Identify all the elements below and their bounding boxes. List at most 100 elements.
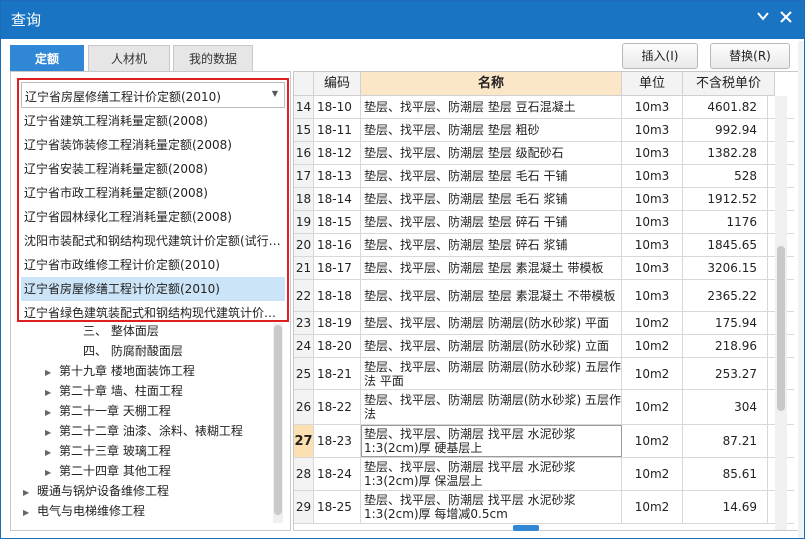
- tab-quota[interactable]: 定额: [10, 45, 84, 71]
- table-row[interactable]: 25 18-21 垫层、找平层、防潮层 防潮层(防水砂浆) 五层作法 平面 10m2 2…: [294, 358, 794, 390]
- cell-price: 2365.22: [683, 280, 768, 311]
- row-number: 14: [294, 96, 314, 118]
- expand-arrow-icon[interactable]: ▶: [45, 423, 59, 443]
- cell-code: 18-19: [314, 312, 361, 334]
- library-option[interactable]: 辽宁省园林绿化工程消耗量定额(2008): [21, 205, 285, 229]
- cell-name: 垫层、找平层、防潮层 防潮层(防水砂浆) 五层作法 平面: [361, 358, 622, 389]
- row-number: 22: [294, 280, 314, 311]
- collapse-handle[interactable]: [513, 525, 539, 531]
- cell-name: 垫层、找平层、防潮层 垫层 素混凝土 带模板: [361, 257, 622, 279]
- expand-arrow-icon[interactable]: ▶: [45, 363, 59, 383]
- tree-node[interactable]: ▶ 第二十三章 玻璃工程: [45, 441, 171, 461]
- cell-name: 垫层、找平层、防潮层 垫层 毛石 浆铺: [361, 188, 622, 210]
- cell-price: 1176: [683, 211, 768, 233]
- library-option[interactable]: 辽宁省绿色建筑装配式和钢结构现代建筑计价…: [21, 301, 285, 325]
- table-row[interactable]: 18 18-14 垫层、找平层、防潮层 垫层 毛石 浆铺 10m3 1912.52: [294, 188, 794, 211]
- table-row[interactable]: 17 18-13 垫层、找平层、防潮层 垫层 毛石 干铺 10m3 528: [294, 165, 794, 188]
- header-code[interactable]: 编码: [314, 72, 361, 96]
- tree-node-label: 暖通与锅炉设备维修工程: [37, 484, 170, 498]
- table-row[interactable]: 22 18-18 垫层、找平层、防潮层 垫层 素混凝土 不带模板 10m3 2365.2…: [294, 280, 794, 312]
- table-row[interactable]: 21 18-17 垫层、找平层、防潮层 垫层 素混凝土 带模板 10m3 3206.15: [294, 257, 794, 280]
- expand-arrow-icon[interactable]: ▶: [23, 503, 37, 523]
- table-row[interactable]: 24 18-20 垫层、找平层、防潮层 防潮层(防水砂浆) 立面 10m2 218.96: [294, 335, 794, 358]
- cell-price: 304: [683, 390, 768, 424]
- cell-name: 垫层、找平层、防潮层 垫层 粗砂: [361, 119, 622, 141]
- scrollbar-thumb[interactable]: [777, 246, 785, 411]
- tree-node-label: 三、 整体面层: [83, 324, 159, 338]
- cell-unit: 10m3: [622, 234, 683, 256]
- library-option[interactable]: 辽宁省装饰装修工程消耗量定额(2008): [21, 133, 285, 157]
- row-number: 16: [294, 142, 314, 164]
- cell-price: 1382.28: [683, 142, 768, 164]
- cell-price: 4601.82: [683, 96, 768, 118]
- table-row-current[interactable]: 27 18-23 垫层、找平层、防潮层 找平层 水泥砂浆 1:3(2cm)厚 硬基层…: [294, 425, 794, 458]
- tree-node[interactable]: ▶ 第二十一章 天棚工程: [45, 401, 171, 421]
- header-name[interactable]: 名称: [361, 72, 622, 96]
- table-row[interactable]: 29 18-25 垫层、找平层、防潮层 找平层 水泥砂浆 1:3(2cm)厚 每增减…: [294, 491, 794, 524]
- expand-arrow-icon[interactable]: ▶: [45, 403, 59, 423]
- library-option[interactable]: 辽宁省市政工程消耗量定额(2008): [21, 181, 285, 205]
- cell-unit: 10m2: [622, 491, 683, 523]
- cell-name: 垫层、找平层、防潮层 垫层 碎石 浆铺: [361, 234, 622, 256]
- cell-unit: 10m3: [622, 211, 683, 233]
- tab-materials[interactable]: 人材机: [88, 45, 170, 71]
- cell-name: 垫层、找平层、防潮层 垫层 碎石 干铺: [361, 211, 622, 233]
- tree-node[interactable]: ▶ 第二十四章 其他工程: [45, 461, 171, 481]
- library-select[interactable]: 辽宁省房屋修缮工程计价定额(2010) ▼: [21, 82, 285, 108]
- insert-button[interactable]: 插入(I): [622, 43, 698, 69]
- cell-unit: 10m2: [622, 312, 683, 334]
- cell-name: 垫层、找平层、防潮层 找平层 水泥砂浆 1:3(2cm)厚 每增减0.5cm: [361, 491, 622, 523]
- scrollbar-thumb[interactable]: [274, 325, 282, 515]
- table-row[interactable]: 19 18-15 垫层、找平层、防潮层 垫层 碎石 干铺 10m3 1176: [294, 211, 794, 234]
- tree-node[interactable]: ▶ 第十九章 楼地面装饰工程: [45, 361, 195, 381]
- library-option[interactable]: 辽宁省安装工程消耗量定额(2008): [21, 157, 285, 181]
- table-row[interactable]: 16 18-12 垫层、找平层、防潮层 垫层 级配砂石 10m3 1382.28: [294, 142, 794, 165]
- cell-code: 18-25: [314, 491, 361, 523]
- tree-scrollbar[interactable]: [273, 323, 283, 523]
- expand-arrow-icon[interactable]: ▶: [45, 383, 59, 403]
- row-number: 28: [294, 458, 314, 490]
- tree-node[interactable]: ▶ 第二十章 墙、柱面工程: [45, 381, 183, 401]
- table-row[interactable]: 20 18-16 垫层、找平层、防潮层 垫层 碎石 浆铺 10m3 1845.65: [294, 234, 794, 257]
- library-option[interactable]: 沈阳市装配式和钢结构现代建筑计价定额(试行…: [21, 229, 285, 253]
- library-dropdown-highlight: 辽宁省房屋修缮工程计价定额(2010) ▼ 辽宁省建筑工程消耗量定额(2008)…: [17, 78, 289, 322]
- cell-unit: 10m2: [622, 458, 683, 490]
- table-row[interactable]: 26 18-22 垫层、找平层、防潮层 防潮层(防水砂浆) 五层作法 10m2 304: [294, 390, 794, 425]
- table-row[interactable]: 14 18-10 垫层、找平层、防潮层 垫层 豆石混凝土 10m3 4601.82: [294, 96, 794, 119]
- tree-node-label: 第二十四章 其他工程: [59, 464, 171, 478]
- table-row[interactable]: 28 18-24 垫层、找平层、防潮层 找平层 水泥砂浆 1:3(2cm)厚 保温层…: [294, 458, 794, 491]
- tree-node-label: 第二十一章 天棚工程: [59, 404, 171, 418]
- header-unit[interactable]: 单位: [622, 72, 683, 96]
- tab-my-data[interactable]: 我的数据: [173, 45, 253, 71]
- cell-code: 18-15: [314, 211, 361, 233]
- expand-arrow-icon[interactable]: ▶: [23, 483, 37, 503]
- table-row[interactable]: 23 18-19 垫层、找平层、防潮层 防潮层(防水砂浆) 平面 10m2 175.94: [294, 312, 794, 335]
- cell-code: 18-23: [314, 425, 361, 457]
- tree-node[interactable]: ▶ 暖通与锅炉设备维修工程: [23, 481, 169, 501]
- replace-button[interactable]: 替换(R): [710, 43, 790, 69]
- library-option[interactable]: 辽宁省建筑工程消耗量定额(2008): [21, 109, 285, 133]
- expand-arrow-icon[interactable]: ▶: [45, 463, 59, 483]
- library-option-selected[interactable]: 辽宁省房屋修缮工程计价定额(2010): [21, 277, 285, 301]
- cell-code: 18-22: [314, 390, 361, 424]
- close-icon[interactable]: [776, 9, 796, 29]
- row-number: 25: [294, 358, 314, 389]
- library-options-list: 辽宁省建筑工程消耗量定额(2008) 辽宁省装饰装修工程消耗量定额(2008) …: [21, 109, 285, 320]
- row-number: 17: [294, 165, 314, 187]
- table-scrollbar[interactable]: [775, 96, 787, 530]
- tree-node[interactable]: ▶ 电气与电梯维修工程: [23, 501, 145, 521]
- tree-node[interactable]: ▶ 第二十二章 油漆、涂料、裱糊工程: [45, 421, 243, 441]
- header-price[interactable]: 不含税单价: [683, 72, 775, 96]
- table-row[interactable]: 15 18-11 垫层、找平层、防潮层 垫层 粗砂 10m3 992.94: [294, 119, 794, 142]
- dropdown-arrow-icon[interactable]: ▼: [272, 89, 278, 98]
- expand-arrow-icon[interactable]: ▶: [45, 443, 59, 463]
- chevron-down-icon[interactable]: [753, 9, 773, 29]
- cell-code: 18-16: [314, 234, 361, 256]
- cell-code: 18-13: [314, 165, 361, 187]
- cell-unit: 10m3: [622, 96, 683, 118]
- cell-code: 18-17: [314, 257, 361, 279]
- window-title: 查询: [11, 11, 42, 29]
- window-edge: [798, 41, 804, 538]
- library-option[interactable]: 辽宁省市政维修工程计价定额(2010): [21, 253, 285, 277]
- tree-node[interactable]: 四、 防腐耐酸面层: [83, 341, 183, 361]
